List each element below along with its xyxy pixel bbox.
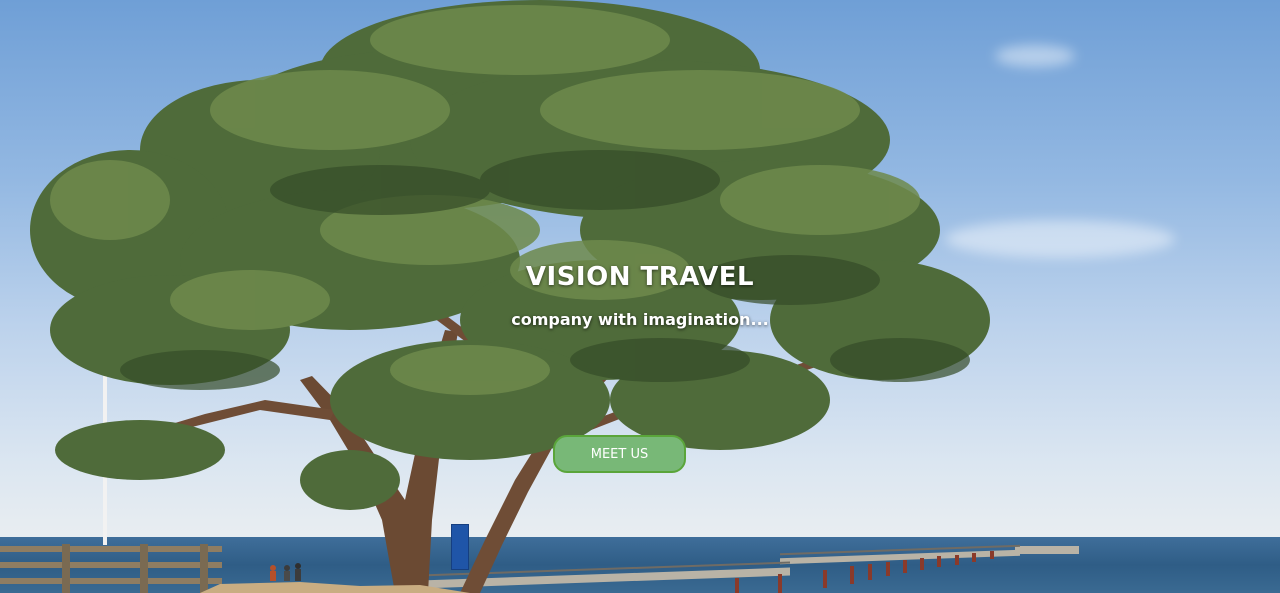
hero-section: VISION TRAVEL company with imagination..… — [0, 0, 1280, 593]
hero-title: VISION TRAVEL — [525, 262, 755, 292]
pine-tree-illustration — [30, 0, 990, 593]
hero-subtitle: company with imagination... — [511, 310, 769, 329]
meet-us-button[interactable]: MEET US — [553, 435, 686, 473]
